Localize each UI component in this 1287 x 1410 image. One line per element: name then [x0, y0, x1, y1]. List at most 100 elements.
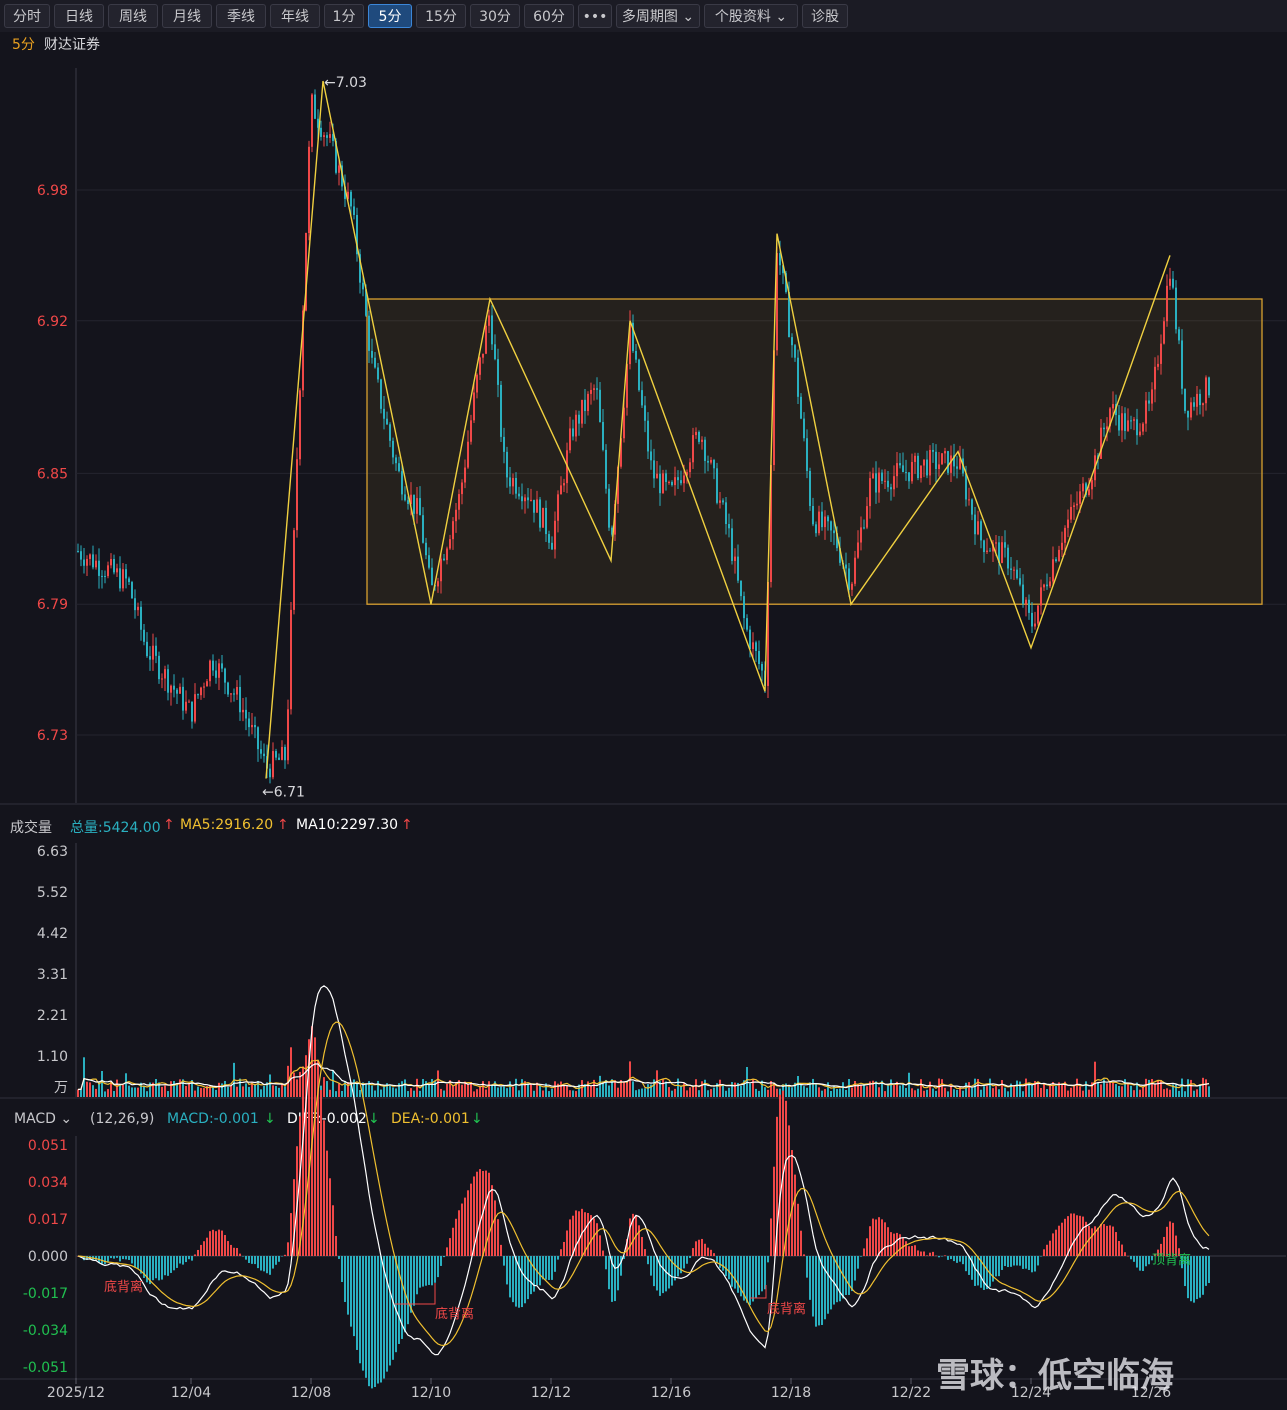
candle-body [1052, 559, 1054, 582]
volume-bar [422, 1078, 424, 1097]
volume-bar [107, 1089, 109, 1097]
volume-bar [941, 1079, 943, 1097]
stock-chart[interactable]: 2025/12 12/04 12/08 12/10 12/12 12/16 12/18 12/… [0, 0, 1287, 1410]
volume-bar [758, 1090, 760, 1097]
macd-histogram-bar [1019, 1256, 1021, 1266]
macd-histogram-bar [812, 1256, 814, 1317]
volume-bar [923, 1090, 925, 1097]
volume-bar [371, 1085, 373, 1097]
candle-body [698, 431, 700, 442]
volume-tick-label: 4.42 [37, 926, 68, 942]
volume-bar [812, 1078, 814, 1097]
macd-histogram-bar [773, 1166, 775, 1256]
volume-bar [170, 1081, 172, 1097]
volume-bar [599, 1075, 601, 1097]
volume-bar [803, 1086, 805, 1097]
volume-bar [704, 1079, 706, 1097]
macd-histogram-bar [194, 1254, 196, 1256]
macd-histogram-bar [347, 1256, 349, 1315]
candle-body [413, 494, 415, 514]
volume-bar [410, 1088, 412, 1097]
macd-histogram-bar [389, 1256, 391, 1366]
macd-histogram-bar [440, 1256, 442, 1266]
volume-bar [365, 1083, 367, 1097]
volume-bar [1055, 1086, 1057, 1097]
volume-bar [125, 1073, 127, 1097]
volume-bar [974, 1078, 976, 1097]
candle-body [638, 359, 640, 391]
volume-bar [1205, 1079, 1207, 1097]
macd-histogram-bar [278, 1256, 280, 1262]
candle-body [275, 751, 277, 758]
volume-bar [566, 1085, 568, 1097]
volume-bar [635, 1090, 637, 1097]
macd-histogram-bar [791, 1150, 793, 1256]
volume-bar [929, 1081, 931, 1097]
candle-body [293, 530, 295, 610]
candle-body [452, 521, 454, 540]
candle-body [908, 472, 910, 482]
volume-bar [680, 1086, 682, 1097]
macd-histogram-bar [260, 1256, 262, 1271]
volume-bar [293, 1072, 295, 1097]
macd-histogram-bar [890, 1232, 892, 1256]
candle-body [230, 693, 232, 695]
candle-body [689, 462, 691, 473]
volume-bar [641, 1088, 643, 1097]
volume-bar [1007, 1091, 1009, 1097]
volume-bar [1202, 1077, 1204, 1097]
volume-bar [428, 1085, 430, 1097]
volume-bar [935, 1090, 937, 1097]
macd-histogram-bar [152, 1256, 154, 1281]
candle-body [851, 583, 853, 590]
candle-body [824, 516, 826, 528]
candle-body [203, 686, 205, 688]
candle-body [803, 418, 805, 439]
candle-body [506, 451, 508, 478]
candle-body [143, 629, 145, 642]
candle-body [521, 496, 523, 502]
macd-histogram-bar [758, 1256, 760, 1295]
volume-bar [476, 1089, 478, 1097]
volume-bar [239, 1078, 241, 1097]
macd-histogram-bar [1073, 1213, 1075, 1256]
macd-histogram-bar [362, 1256, 364, 1371]
candle-body [485, 325, 487, 354]
volume-bar [188, 1082, 190, 1097]
macd-histogram-bar [869, 1226, 871, 1256]
candle-body [497, 359, 499, 385]
candle-body [692, 435, 694, 463]
macd-histogram-bar [521, 1256, 523, 1308]
macd-histogram-bar [527, 1256, 529, 1300]
candle-body [197, 694, 199, 696]
macd-histogram-bar [554, 1256, 556, 1272]
candle-body [137, 606, 139, 611]
candle-body [338, 165, 340, 173]
candle-body [425, 542, 427, 556]
candle-body [935, 451, 937, 469]
volume-bar [416, 1078, 418, 1097]
candle-body [1154, 366, 1156, 390]
macd-histogram-bar [716, 1256, 718, 1263]
macd-histogram-bar [137, 1256, 139, 1269]
candle-body [989, 550, 991, 552]
macd-histogram-bar [413, 1256, 415, 1306]
candle-body [644, 405, 646, 421]
x-tick-label: 12/22 [891, 1385, 931, 1401]
candle-body [113, 559, 115, 573]
candle-body [977, 521, 979, 535]
candle-body [299, 390, 301, 460]
volume-bar [227, 1086, 229, 1097]
volume-tick-label: 万 [54, 1080, 68, 1096]
candle-body [590, 389, 592, 394]
candle-body [215, 670, 217, 678]
candle-body [407, 500, 409, 504]
consolidation-box [366, 298, 1263, 605]
candle-body [1160, 343, 1162, 364]
macd-histogram-bar [602, 1250, 604, 1256]
candle-body [800, 396, 802, 419]
candle-body [1070, 506, 1072, 520]
volume-bar [776, 1088, 778, 1097]
candle-body [557, 494, 559, 521]
macd-histogram-bar [1034, 1256, 1036, 1272]
